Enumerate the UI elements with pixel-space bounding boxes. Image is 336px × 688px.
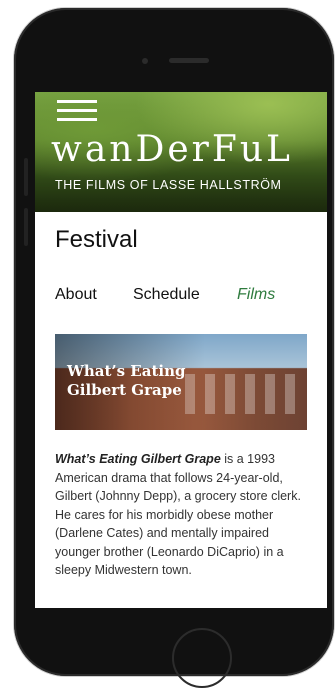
film-description-body: is a 1993 American drama that follows 24… xyxy=(55,452,301,577)
site-tagline: THE FILMS OF LASSE HALLSTRÖM xyxy=(55,178,282,192)
nav-link-films[interactable]: Films xyxy=(237,286,275,304)
main-content: Festival About Schedule Films What’s Eat… xyxy=(35,226,327,580)
site-logo[interactable]: wanDerFuL xyxy=(51,130,319,170)
earpiece-speaker xyxy=(169,58,209,63)
hamburger-menu-icon[interactable] xyxy=(57,100,97,124)
front-camera xyxy=(142,58,148,64)
film-card-title: What’s Eating Gilbert Grape xyxy=(67,362,185,400)
page-title: Festival xyxy=(55,226,138,253)
section-nav: About Schedule Films xyxy=(55,286,307,304)
hero-banner: wanDerFuL THE FILMS OF LASSE HALLSTRÖM xyxy=(35,92,327,212)
volume-down-button xyxy=(24,208,28,246)
nav-link-schedule[interactable]: Schedule xyxy=(133,286,237,304)
volume-up-button xyxy=(24,158,28,196)
film-card-title-line2: Gilbert Grape xyxy=(67,381,182,399)
film-card-image[interactable]: What’s Eating Gilbert Grape xyxy=(55,334,307,430)
screen: wanDerFuL THE FILMS OF LASSE HALLSTRÖM F… xyxy=(35,92,327,608)
film-description-title: What’s Eating Gilbert Grape xyxy=(55,452,221,466)
film-description: What’s Eating Gilbert Grape is a 1993 Am… xyxy=(55,450,307,580)
film-card-title-line1: What’s Eating xyxy=(67,362,186,380)
nav-link-about[interactable]: About xyxy=(55,286,133,304)
home-button[interactable] xyxy=(172,628,232,688)
